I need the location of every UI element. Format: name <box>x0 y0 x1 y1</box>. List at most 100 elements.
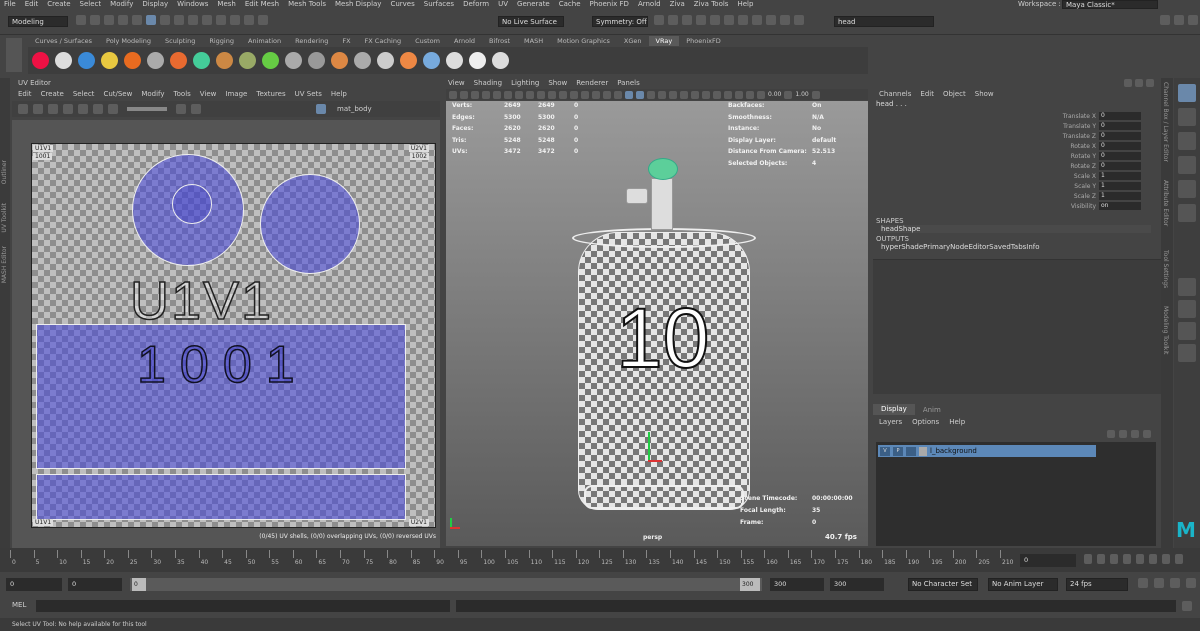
menu-mesh[interactable]: Mesh <box>217 0 235 8</box>
uv-menu-tools[interactable]: Tools <box>174 90 191 98</box>
uv-exposure-icon[interactable] <box>108 104 118 114</box>
vp-resolution-gate-icon[interactable] <box>537 90 545 99</box>
uv-shell-circle-small[interactable] <box>172 184 212 224</box>
cb-translate-z-field[interactable]: 0 <box>1099 132 1141 140</box>
vp-image-plane-icon[interactable] <box>482 90 490 99</box>
plane-icon[interactable] <box>308 52 325 69</box>
vp-gamma-icon[interactable] <box>784 90 793 99</box>
scene-start-field[interactable]: 0 <box>6 578 62 591</box>
vp-menu-renderer[interactable]: Renderer <box>576 79 608 87</box>
script-editor-icon[interactable] <box>1182 601 1192 611</box>
cb-menu-show[interactable]: Show <box>975 90 994 98</box>
vp-wireframe-icon[interactable] <box>592 90 600 99</box>
shelf-tab-vray[interactable]: VRay <box>648 36 680 46</box>
vp-grease-pencil-icon[interactable] <box>504 90 512 99</box>
lasso-tool-icon[interactable] <box>1178 108 1196 126</box>
play-forward-icon[interactable] <box>1136 554 1144 564</box>
vp-xray-components-icon[interactable] <box>746 90 754 99</box>
vp-menu-shading[interactable]: Shading <box>474 79 502 87</box>
mash-editor-tab[interactable]: MASH Editor <box>1 246 8 283</box>
cb-row[interactable]: Rotate Z0 <box>873 161 1141 171</box>
layer-display-type[interactable] <box>906 446 916 456</box>
valve-stem[interactable] <box>651 178 673 230</box>
ipr-render-icon[interactable] <box>682 15 692 25</box>
cb-collapse-icon[interactable] <box>1146 79 1154 87</box>
playback-end-field[interactable]: 300 <box>770 578 824 591</box>
vp-ao-icon[interactable] <box>669 90 677 99</box>
snap-curve-icon[interactable] <box>230 15 240 25</box>
modeling-toolkit-tab[interactable]: Modeling Toolkit <box>1162 306 1169 354</box>
mel-label[interactable]: MEL <box>12 601 26 609</box>
shelf-tab-poly-modeling[interactable]: Poly Modeling <box>99 36 158 46</box>
cb-row[interactable]: Translate Z0 <box>873 131 1141 141</box>
layout-single-icon[interactable] <box>1178 278 1196 296</box>
tool-settings-tab[interactable]: Tool Settings <box>1162 250 1169 288</box>
menu-phoenix-fd[interactable]: Phoenix FD <box>590 0 629 8</box>
layer-row[interactable]: V P l_background <box>878 445 1096 457</box>
uv-shell-bottom-band[interactable] <box>36 474 406 520</box>
save-scene-icon[interactable] <box>104 15 114 25</box>
uv-material-name[interactable]: mat_body <box>337 105 372 113</box>
uv-filter-icon[interactable] <box>93 104 103 114</box>
vray-vfb-icon[interactable] <box>738 15 748 25</box>
time-slider[interactable]: 0 5 10 15 20 25 30 35 40 45 50 55 60 65 70 75 80 85 90 95 10… <box>0 548 1200 572</box>
anim-prefs-icon[interactable] <box>1186 578 1196 588</box>
select-by-component-icon[interactable] <box>174 15 184 25</box>
range-slider[interactable]: 0 300 <box>130 578 762 591</box>
menu-edit[interactable]: Edit <box>25 0 39 8</box>
light-editor-icon[interactable] <box>752 15 762 25</box>
shelf-tab-arnold[interactable]: Arnold <box>447 36 482 46</box>
uv-exposure-slider[interactable] <box>127 107 167 111</box>
step-back-frame-icon[interactable] <box>1110 554 1118 564</box>
new-scene-icon[interactable] <box>76 15 86 25</box>
vp-menu-panels[interactable]: Panels <box>617 79 640 87</box>
snap-grid-icon[interactable] <box>216 15 226 25</box>
shelf-tab-phoenixfd[interactable]: PhoenixFD <box>679 36 728 46</box>
current-frame-field[interactable]: 0 <box>1020 554 1076 567</box>
cb-scale-x-field[interactable]: 1 <box>1099 172 1141 180</box>
vp-lights-icon[interactable] <box>647 90 655 99</box>
layer-tab-anim[interactable]: Anim <box>915 406 949 414</box>
shelf-tab-rigging[interactable]: Rigging <box>202 36 241 46</box>
vp-safe-title-icon[interactable] <box>581 90 589 99</box>
vp-shadows-icon[interactable] <box>658 90 666 99</box>
shelf-tab-custom[interactable]: Custom <box>408 36 447 46</box>
cb-row[interactable]: Rotate Y0 <box>873 151 1141 161</box>
menu-cache[interactable]: Cache <box>559 0 581 8</box>
uv-grid-icon[interactable] <box>33 104 43 114</box>
vray-light-icon[interactable] <box>78 52 95 69</box>
cb-pin-icon[interactable] <box>1124 79 1132 87</box>
loop-icon[interactable] <box>1138 578 1148 588</box>
shelf-tab-sculpting[interactable]: Sculpting <box>158 36 202 46</box>
vp-grid-icon[interactable] <box>515 90 523 99</box>
uv-shell-circle-medium[interactable] <box>260 174 360 274</box>
toon-icon[interactable] <box>400 52 417 69</box>
layer-name[interactable]: l_background <box>930 447 977 455</box>
open-scene-icon[interactable] <box>90 15 100 25</box>
uv-tile-grid[interactable]: U1V1 1001 U1V1 1001 U2V1 1002 U1V1 U2V1 <box>31 143 436 528</box>
uv-menu-help[interactable]: Help <box>331 90 347 98</box>
menu-windows[interactable]: Windows <box>177 0 208 8</box>
vp-safe-action-icon[interactable] <box>570 90 578 99</box>
camera-icon[interactable] <box>766 15 776 25</box>
auto-key-icon[interactable] <box>1170 578 1180 588</box>
vp-aa-icon[interactable] <box>691 90 699 99</box>
channel-toggle-icon[interactable] <box>1188 15 1198 25</box>
menu-modify[interactable]: Modify <box>110 0 133 8</box>
paint-tool-icon[interactable] <box>1178 132 1196 150</box>
batch-icon[interactable] <box>794 15 804 25</box>
sound-icon[interactable] <box>1154 578 1164 588</box>
cb-rotate-y-field[interactable]: 0 <box>1099 152 1141 160</box>
shelf-settings-icon[interactable] <box>6 38 22 72</box>
workspace-dropdown[interactable]: Maya Classic* <box>1062 0 1158 9</box>
snapshot-icon[interactable] <box>780 15 790 25</box>
layer-menu-options[interactable]: Options <box>912 418 939 426</box>
command-input[interactable] <box>36 600 450 612</box>
uv-texture-icon[interactable] <box>78 104 88 114</box>
rotate-tool-icon[interactable] <box>1178 180 1196 198</box>
shelf-tab-bifrost[interactable]: Bifrost <box>482 36 517 46</box>
attribute-editor-tab[interactable]: Attribute Editor <box>1162 180 1169 226</box>
fire-icon[interactable] <box>124 52 141 69</box>
vp-default-material-icon[interactable] <box>614 90 622 99</box>
select-by-hierarchy-icon[interactable] <box>146 15 156 25</box>
